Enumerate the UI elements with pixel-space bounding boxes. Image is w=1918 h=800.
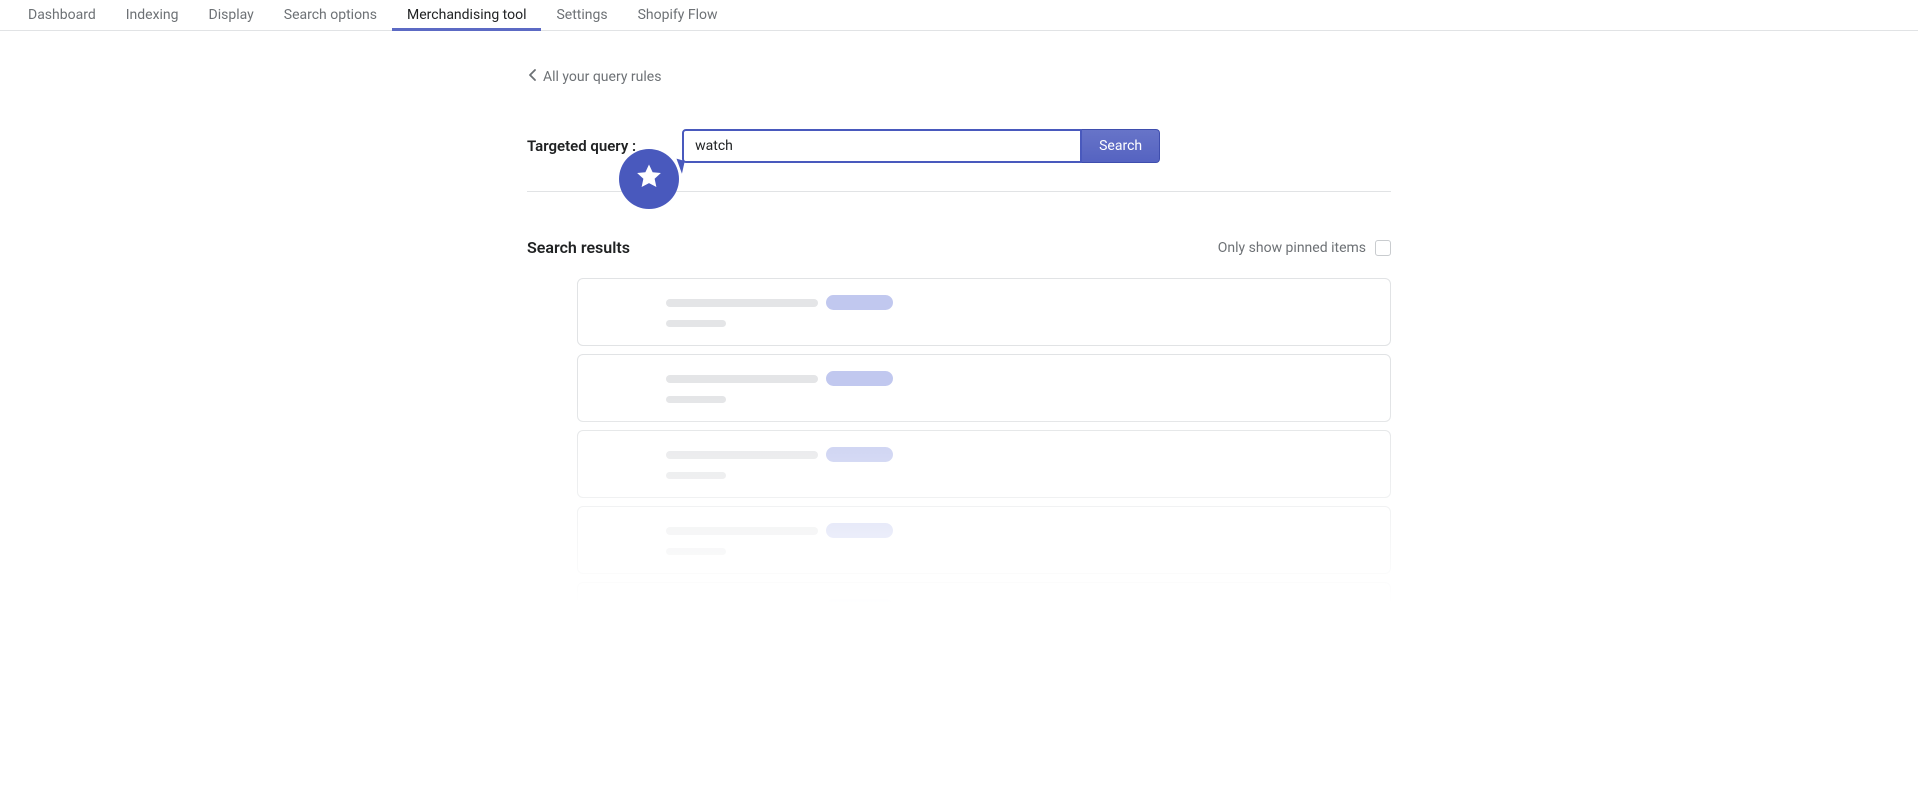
back-link-label: All your query rules [543,69,661,85]
pinned-toggle-group: Only show pinned items [1218,240,1391,256]
nav-item-shopify-flow[interactable]: Shopify Flow [623,0,733,30]
skeleton-bar [666,451,818,459]
chevron-left-icon [529,69,537,85]
skeleton-bar-small [666,320,726,327]
skeleton-chip [826,371,893,386]
targeted-query-label: Targeted query : [527,137,636,155]
skeleton-bar [666,299,818,307]
results-header: Search results Only show pinned items [527,238,1391,257]
skeleton-bar-small [666,624,726,631]
skeleton-bar-small [666,548,726,555]
search-results-title: Search results [527,238,630,257]
result-card-skeleton [577,278,1391,346]
skeleton-bar-small [666,472,726,479]
nav-item-dashboard[interactable]: Dashboard [13,0,111,30]
star-icon [634,162,664,196]
result-card-skeleton [577,430,1391,498]
callout-star-bubble [619,149,679,209]
result-card-skeleton [577,506,1391,574]
skeleton-chip [826,447,893,462]
pinned-toggle-label: Only show pinned items [1218,240,1366,256]
skeleton-line [666,599,1372,614]
query-input-group: Search [682,129,1160,163]
skeleton-bar [666,375,818,383]
page-body: All your query rules Targeted query : Se… [527,31,1391,650]
search-button[interactable]: Search [1082,129,1160,163]
skeleton-bar [666,603,818,611]
pinned-checkbox[interactable] [1375,240,1391,256]
nav-item-search-options[interactable]: Search options [269,0,392,30]
back-link[interactable]: All your query rules [529,69,661,85]
nav-item-merchandising-tool[interactable]: Merchandising tool [392,0,541,30]
skeleton-chip [826,599,893,614]
skeleton-chip [826,523,893,538]
skeleton-chip [826,295,893,310]
skeleton-bar [666,527,818,535]
query-section: Targeted query : Search [527,129,1391,192]
skeleton-line [666,523,1372,538]
nav-item-display[interactable]: Display [194,0,269,30]
query-input[interactable] [682,129,1082,163]
results-list [577,278,1391,650]
top-nav: Dashboard Indexing Display Search option… [0,0,1918,31]
nav-item-settings[interactable]: Settings [541,0,622,30]
nav-item-indexing[interactable]: Indexing [111,0,194,30]
skeleton-line [666,371,1372,386]
skeleton-bar-small [666,396,726,403]
result-card-skeleton [577,582,1391,650]
result-card-skeleton [577,354,1391,422]
skeleton-line [666,295,1372,310]
skeleton-line [666,447,1372,462]
